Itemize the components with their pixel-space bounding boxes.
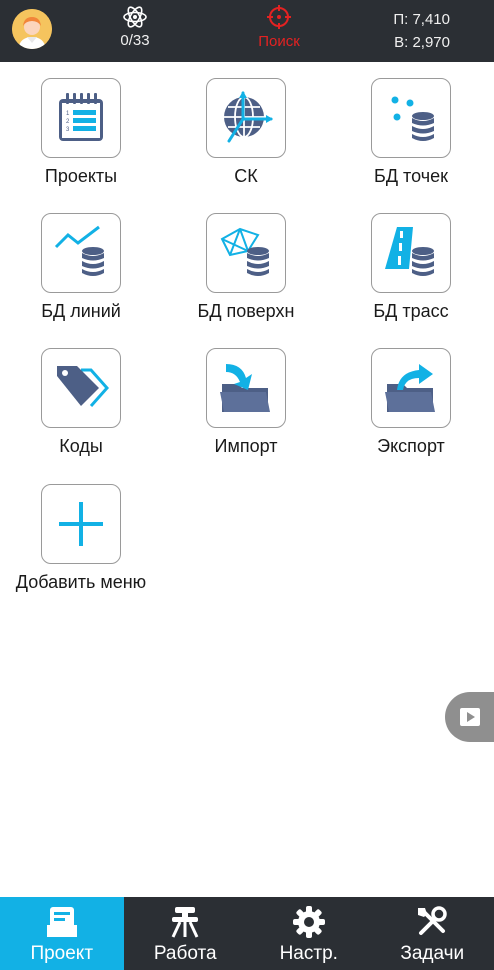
nav-item-tasks[interactable]: Задачи <box>371 897 494 970</box>
menu-tile-codes[interactable]: Коды <box>11 348 151 457</box>
search-status[interactable]: Поиск <box>244 4 314 50</box>
position-readout: П: 7,410 В: 2,970 <box>393 8 450 54</box>
menu-tile-projects[interactable]: 123 Проекты <box>11 78 151 187</box>
user-avatar[interactable] <box>12 9 52 49</box>
import-folder-icon <box>220 364 270 412</box>
menu-tile-points-db[interactable]: БД точек <box>341 78 481 187</box>
floating-video-button[interactable] <box>445 692 494 742</box>
project-list-icon: 123 <box>59 93 103 141</box>
menu-tile-label: БД точек <box>374 166 448 186</box>
tools-icon <box>418 906 447 935</box>
gear-icon <box>292 906 325 938</box>
bottom-navigation: Проект Работа Настр. Задачи <box>0 897 494 970</box>
lines-database-icon <box>54 225 104 276</box>
menu-tile-label: Проекты <box>44 166 118 186</box>
road-database-icon <box>385 227 434 276</box>
menu-tile-label: Добавить меню <box>15 572 147 592</box>
menu-tile-surface-db[interactable]: БД поверхн <box>176 213 316 322</box>
menu-tile-coordinate-system[interactable]: СК <box>176 78 316 187</box>
p-value: П: 7,410 <box>393 11 450 28</box>
menu-tile-label: БД трасс <box>373 301 449 321</box>
menu-tile-label: Экспорт <box>377 436 445 456</box>
menu-tile-label: Импорт <box>214 436 278 456</box>
satellite-count: 0/33 <box>120 32 150 49</box>
nav-label: Работа <box>153 943 217 964</box>
menu-tile-label: БД линий <box>41 301 121 321</box>
survey-instrument-icon <box>171 907 199 938</box>
menu-tile-label: БД поверхн <box>197 301 295 321</box>
menu-tile-label: Коды <box>59 436 103 456</box>
search-label: Поиск <box>258 33 300 50</box>
v-value: В: 2,970 <box>394 34 450 51</box>
crosshair-icon <box>267 5 291 29</box>
export-folder-icon <box>385 364 435 412</box>
menu-tile-add-menu[interactable]: Добавить меню <box>11 484 151 593</box>
codes-tag-icon <box>57 366 109 407</box>
nav-item-project[interactable]: Проект <box>0 897 124 970</box>
satellite-status[interactable]: 0/33 <box>100 4 170 49</box>
nav-item-settings[interactable]: Настр. <box>247 897 371 970</box>
add-icon <box>59 502 103 546</box>
nav-label: Задачи <box>400 943 465 964</box>
menu-tile-label: СК <box>234 166 258 186</box>
menu-tile-lines-db[interactable]: БД линий <box>11 213 151 322</box>
nav-item-work[interactable]: Работа <box>124 897 248 970</box>
nav-label: Настр. <box>279 943 338 964</box>
play-video-icon <box>460 708 480 726</box>
top-status-bar: 0/33 Поиск П: 7,410 В: 2,970 <box>0 0 494 62</box>
coordinate-system-icon <box>224 91 273 143</box>
satellite-atom-icon <box>123 6 147 28</box>
nav-label: Проект <box>30 943 94 964</box>
points-database-icon <box>391 96 434 141</box>
surface-database-icon <box>220 227 269 276</box>
menu-tile-export[interactable]: Экспорт <box>341 348 481 457</box>
menu-tile-import[interactable]: Импорт <box>176 348 316 457</box>
menu-tile-road-db[interactable]: БД трасс <box>341 213 481 322</box>
tray-icon <box>46 907 77 937</box>
